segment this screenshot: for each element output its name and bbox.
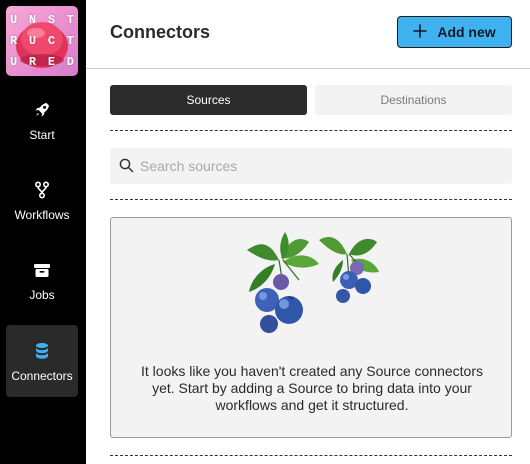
sidebar-item-connectors[interactable]: Connectors: [6, 325, 78, 397]
add-new-label: Add new: [437, 24, 496, 40]
blueberries-illustration: [247, 232, 379, 333]
search-box[interactable]: [110, 148, 512, 184]
sidebar-item-label: Workflows: [14, 208, 70, 222]
page-header: Connectors Add new: [86, 0, 530, 69]
logo-row: RUCT: [10, 33, 74, 48]
database-icon: [6, 341, 78, 361]
tab-destinations[interactable]: Destinations: [315, 85, 512, 115]
divider: [110, 455, 512, 456]
search-icon: [119, 158, 134, 178]
sidebar-item-workflows[interactable]: Workflows: [6, 168, 78, 240]
workflow-icon: [6, 180, 78, 200]
sidebar-item-label: Start: [29, 128, 55, 142]
add-new-button[interactable]: Add new: [397, 16, 512, 48]
empty-state-card: It looks like you haven't created any So…: [110, 217, 512, 438]
plus-icon: [413, 23, 428, 41]
page-title: Connectors: [110, 22, 211, 42]
rocket-icon: [6, 100, 78, 120]
divider: [110, 130, 512, 131]
logo-row: URED: [10, 55, 74, 70]
sidebar-item-label: Connectors: [11, 369, 73, 383]
archive-box-icon: [6, 260, 78, 280]
logo-wordmark: UNST RUCT URED: [6, 6, 78, 76]
tab-sources[interactable]: Sources: [110, 85, 307, 115]
sidebar: UNST RUCT URED Start Workflows Jobs Conn…: [0, 0, 86, 464]
sidebar-item-jobs[interactable]: Jobs: [6, 248, 78, 320]
divider: [110, 199, 512, 200]
sidebar-item-start[interactable]: Start: [6, 88, 78, 160]
sidebar-item-label: Jobs: [29, 288, 55, 302]
empty-state-message: It looks like you haven't created any So…: [141, 363, 483, 413]
search-input[interactable]: [140, 148, 500, 184]
logo-row: UNST: [10, 12, 74, 27]
app-logo[interactable]: UNST RUCT URED: [6, 6, 78, 76]
